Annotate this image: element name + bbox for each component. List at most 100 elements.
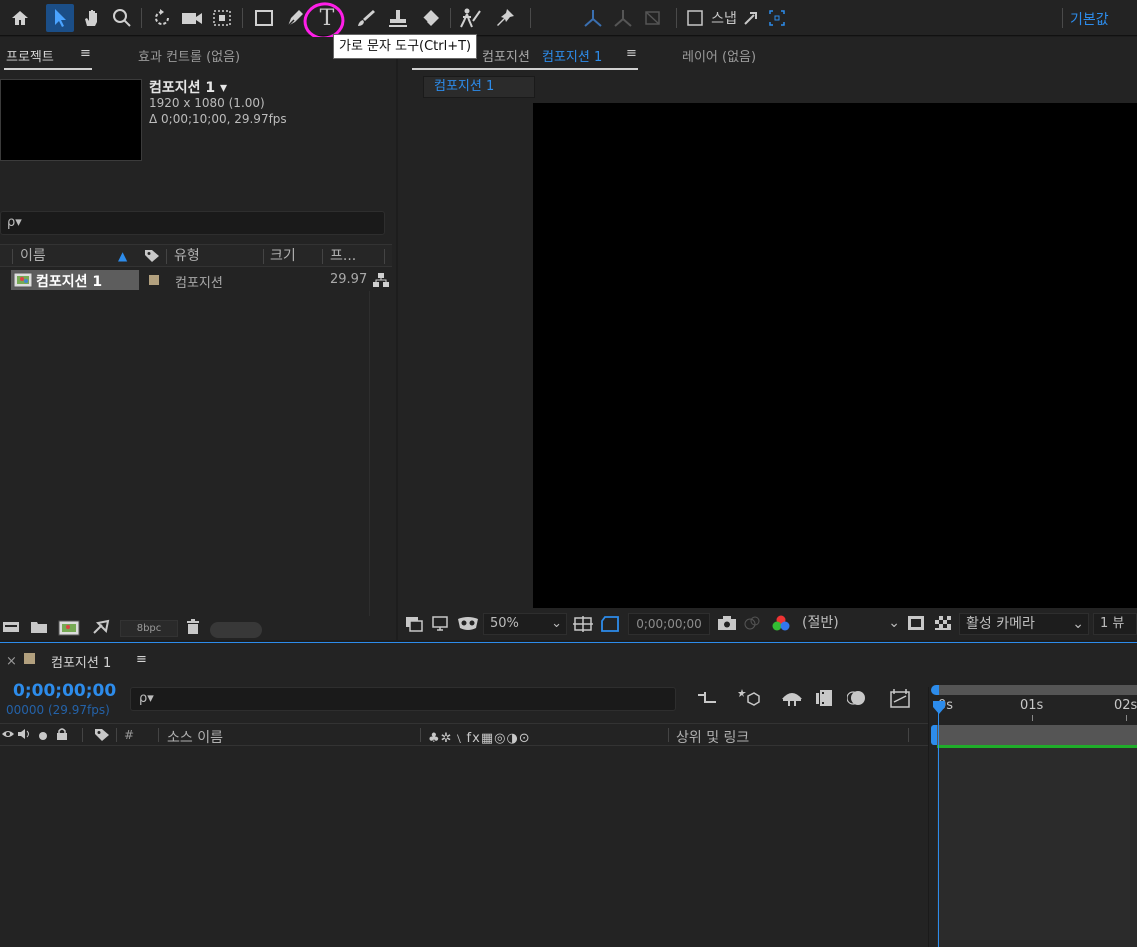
time-navigator-start-handle[interactable] <box>931 685 939 695</box>
timeline-layer-list[interactable] <box>0 747 928 947</box>
col-name[interactable]: 이름 <box>20 245 46 267</box>
transparency-grid-icon[interactable] <box>934 615 952 635</box>
eraser-tool-icon[interactable] <box>416 4 444 32</box>
playhead-line <box>938 707 939 947</box>
comp-breadcrumb[interactable]: 컴포지션 1 <box>423 76 535 98</box>
audio-icon[interactable] <box>17 728 31 744</box>
tab-comp-prefix[interactable]: 컴포지션 <box>482 46 530 65</box>
close-tab-icon[interactable]: × <box>6 654 17 669</box>
video-visibility-icon[interactable] <box>1 728 15 744</box>
tab-layer[interactable]: 레이어 (없음) <box>682 46 756 65</box>
selection-tool-icon[interactable] <box>46 4 74 32</box>
snap-grid-icon[interactable] <box>766 4 788 32</box>
show-snapshot-icon[interactable] <box>743 615 761 635</box>
view-layout-select[interactable]: 1 뷰 <box>1093 613 1137 635</box>
clone-stamp-tool-icon[interactable] <box>384 4 412 32</box>
work-area-start-handle[interactable] <box>931 725 937 745</box>
brush-tool-icon[interactable] <box>352 4 380 32</box>
resolution-select[interactable]: (절반) ⌄ <box>796 613 904 635</box>
home-icon[interactable] <box>6 4 34 32</box>
snap-label: 스냅 <box>711 11 737 27</box>
project-row[interactable]: 컴포지션 1 컴포지션 29.97 <box>0 268 392 291</box>
row-fps: 29.97 <box>330 272 368 287</box>
solo-icon[interactable] <box>38 729 48 745</box>
ruler-label-1: 01s <box>1020 698 1044 713</box>
pan-behind-tool-icon[interactable] <box>208 4 236 32</box>
comp-mini-flowchart-icon[interactable] <box>697 690 717 710</box>
hand-tool-icon[interactable] <box>78 4 106 32</box>
axis-view-icon[interactable] <box>640 4 666 32</box>
roto-brush-tool-icon[interactable] <box>456 4 484 32</box>
timeline-search-input[interactable]: ρ▾ <box>130 687 676 711</box>
work-area-bar[interactable] <box>933 725 1137 745</box>
project-settings-icon[interactable] <box>92 619 110 639</box>
snap-arrow-icon[interactable] <box>740 4 762 32</box>
zoom-tool-icon[interactable] <box>108 4 136 32</box>
bit-depth-button[interactable]: 8bpc <box>120 620 178 637</box>
display-icon[interactable] <box>431 616 449 636</box>
label-color-swatch[interactable] <box>149 275 159 285</box>
new-composition-icon[interactable] <box>58 620 80 640</box>
col-parent-link[interactable]: 상위 및 링크 <box>676 727 749 747</box>
col-source-name[interactable]: 소스 이름 <box>167 727 223 747</box>
timeline-track-area[interactable] <box>937 748 1137 947</box>
always-preview-icon[interactable] <box>405 616 423 636</box>
sort-asc-icon[interactable]: ▲ <box>118 245 127 267</box>
fast-previews-icon[interactable] <box>907 615 925 635</box>
tab-project[interactable]: 프로젝트 <box>6 46 54 65</box>
comp-name[interactable]: 컴포지션 1 ▾ <box>149 77 227 97</box>
rectangle-tool-icon[interactable] <box>250 4 278 32</box>
tab-effects[interactable]: 효과 컨트롤 (없음) <box>138 46 240 65</box>
shy-layers-icon[interactable] <box>781 689 803 711</box>
safe-margins-icon[interactable] <box>573 615 593 637</box>
rotation-tool-icon[interactable] <box>148 4 176 32</box>
new-folder-icon[interactable] <box>30 620 48 638</box>
comp-label-swatch <box>24 653 35 664</box>
snap-checkbox[interactable] <box>684 4 706 32</box>
timeline-current-time[interactable]: 0;00;00;00 <box>13 681 116 701</box>
viewer-menu-icon[interactable]: ≡ <box>626 46 637 61</box>
mask-visibility-icon[interactable] <box>457 616 479 636</box>
interpret-footage-icon[interactable] <box>2 620 20 638</box>
snapshot-camera-icon[interactable] <box>717 615 737 635</box>
label-tag-icon[interactable] <box>144 245 160 267</box>
camera-select[interactable]: 활성 카메라 ⌄ <box>959 613 1089 635</box>
draft-3d-icon[interactable] <box>738 687 760 711</box>
tab-composition[interactable]: 컴포지션 1 <box>542 46 602 65</box>
time-ruler[interactable]: 0s 01s 02s <box>929 695 1137 723</box>
axis-world-icon[interactable] <box>610 4 636 32</box>
panel-menu-icon[interactable]: ≡ <box>80 46 91 61</box>
timeline-frame-count: 00000 (29.97fps) <box>6 703 110 717</box>
puppet-pin-tool-icon[interactable] <box>492 4 520 32</box>
project-search-input[interactable]: ρ▾ <box>0 211 385 235</box>
frame-blending-icon[interactable] <box>814 689 834 711</box>
chevron-down-icon: ⌄ <box>1072 616 1084 632</box>
col-layer-number[interactable]: # <box>124 728 134 742</box>
col-type[interactable]: 유형 <box>174 245 200 267</box>
row-name: 컴포지션 1 <box>36 274 103 290</box>
region-of-interest-icon[interactable] <box>600 615 620 637</box>
col-size[interactable]: 크기 <box>270 245 296 267</box>
flowchart-icon[interactable] <box>372 272 390 291</box>
axis-local-icon[interactable] <box>580 4 606 32</box>
workspace-default[interactable]: 기본값 <box>1070 9 1109 29</box>
composition-canvas[interactable] <box>533 103 1137 608</box>
label-tag-icon[interactable] <box>94 728 110 746</box>
timeline-menu-icon[interactable]: ≡ <box>136 652 147 667</box>
zoom-select[interactable]: 50% ⌄ <box>483 613 567 635</box>
trash-icon[interactable] <box>186 619 200 639</box>
col-fps[interactable]: 프... <box>330 245 356 267</box>
lock-icon[interactable] <box>56 727 68 745</box>
motion-blur-icon[interactable] <box>846 689 867 711</box>
project-panel: 프로젝트 ≡ 효과 컨트롤 (없음) 컴포지션 1 ▾ 1920 x 1080 … <box>0 37 396 640</box>
graph-editor-icon[interactable] <box>889 688 911 712</box>
color-channels-icon[interactable] <box>771 614 791 636</box>
row-type: 컴포지션 <box>175 276 223 291</box>
time-navigator-bar[interactable] <box>933 685 1137 695</box>
playhead-icon[interactable] <box>932 701 946 718</box>
thumbnail-scrollbar[interactable] <box>210 622 262 638</box>
timeline-comp-tab[interactable]: 컴포지션 1 <box>51 652 111 671</box>
camera-tool-icon[interactable] <box>178 4 206 32</box>
current-time-field[interactable]: 0;00;00;00 <box>628 613 710 635</box>
col-switches[interactable]: ♣✲﹨fx▦◎◑⊙ <box>428 727 531 746</box>
